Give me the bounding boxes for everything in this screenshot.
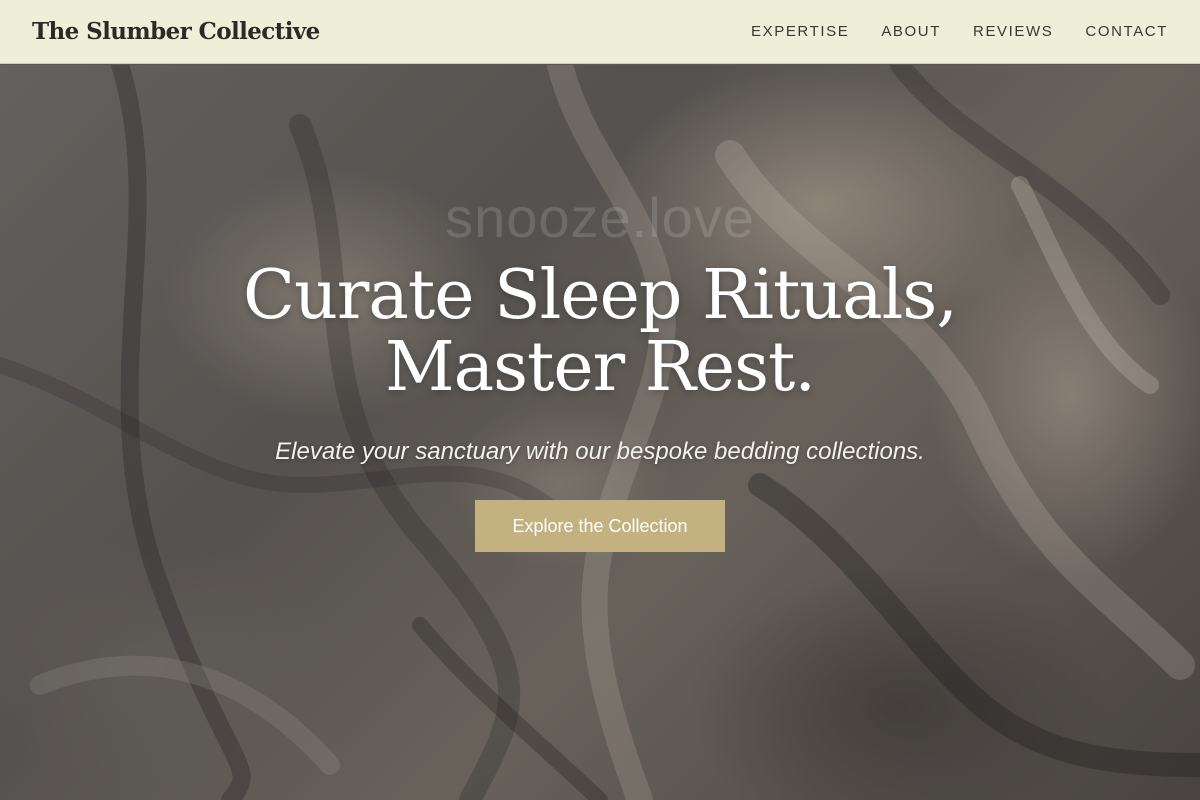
hero-headline: Curate Sleep Rituals, Master Rest. <box>0 260 1200 404</box>
hero-headline-line2: Master Rest. <box>384 328 816 407</box>
hero-content: Curate Sleep Rituals, Master Rest. Eleva… <box>0 260 1200 552</box>
nav-link-about[interactable]: ABOUT <box>881 23 941 40</box>
hero-section: snooze.love Curate Sleep Rituals, Master… <box>0 65 1200 800</box>
nav-link-reviews[interactable]: REVIEWS <box>973 23 1053 40</box>
hero-headline-line1: Curate Sleep Rituals, <box>243 256 958 335</box>
brand-logo[interactable]: The Slumber Collective <box>32 18 320 45</box>
nav-link-contact[interactable]: CONTACT <box>1085 23 1168 40</box>
explore-collection-button[interactable]: Explore the Collection <box>475 500 725 552</box>
top-navbar: The Slumber Collective EXPERTISE ABOUT R… <box>0 0 1200 64</box>
main-nav: EXPERTISE ABOUT REVIEWS CONTACT <box>751 23 1168 40</box>
nav-link-expertise[interactable]: EXPERTISE <box>751 23 849 40</box>
hero-subtitle: Elevate your sanctuary with our bespoke … <box>275 438 925 465</box>
